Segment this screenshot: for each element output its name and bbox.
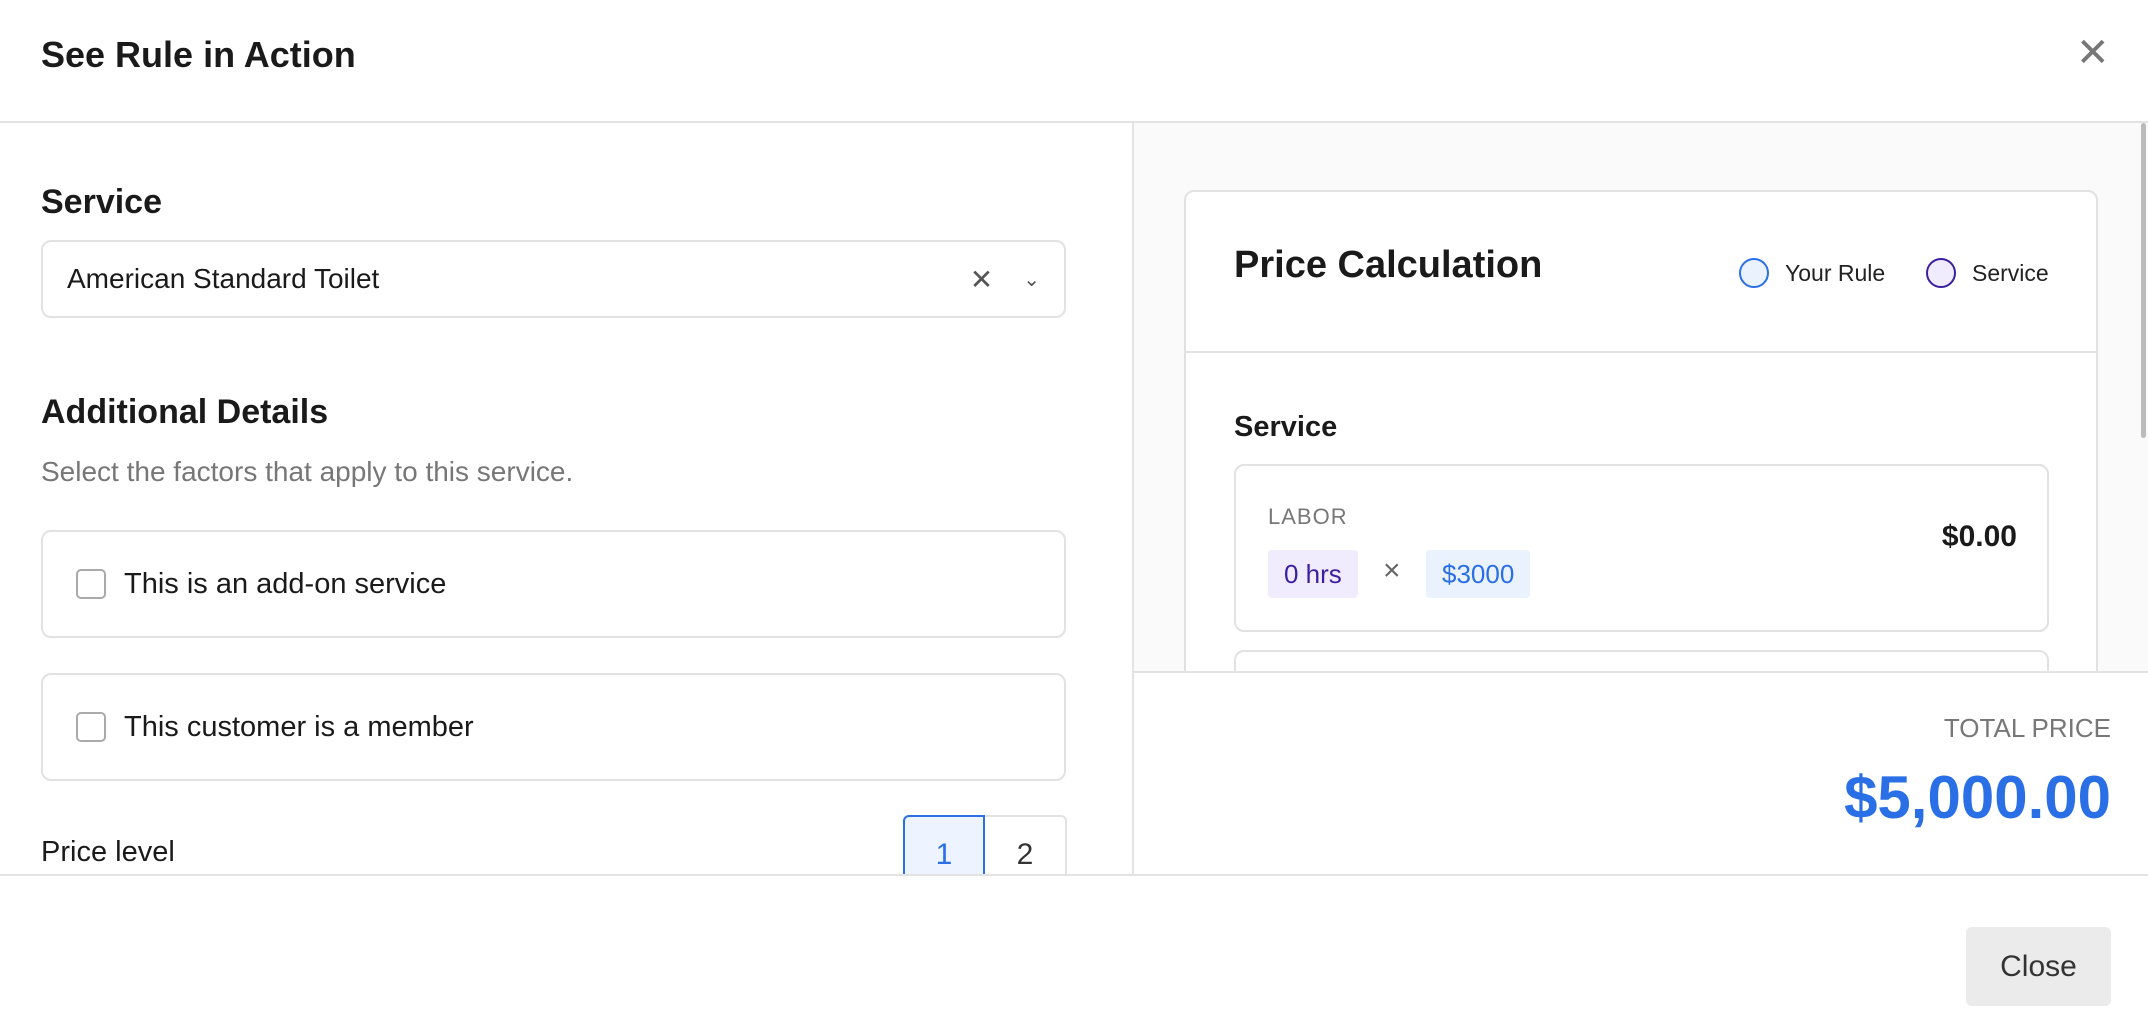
price-calculation-title: Price Calculation — [1234, 244, 1543, 286]
hours-chip: 0 hrs — [1268, 550, 1358, 598]
legend-service: Service — [1926, 258, 2049, 288]
member-label: This customer is a member — [124, 710, 474, 743]
multiply-icon: × — [1383, 554, 1401, 587]
price-calculation-header: Price Calculation Your Rule Service — [1186, 192, 2096, 353]
left-panel: Service American Standard Toilet ✕ ⌄ Add… — [0, 123, 1132, 874]
addon-label: This is an add-on service — [124, 567, 447, 600]
modal-header: See Rule in Action ✕ — [0, 0, 2148, 123]
price-level-1[interactable]: 1 — [903, 815, 985, 874]
additional-details-subtitle: Select the factors that apply to this se… — [41, 456, 574, 487]
clear-icon[interactable]: ✕ — [970, 263, 993, 296]
price-level-selector: 1 2 — [903, 815, 1067, 874]
your-rule-swatch — [1739, 258, 1769, 288]
service-swatch — [1926, 258, 1956, 288]
service-select-value: American Standard Toilet — [67, 263, 380, 294]
modal-footer: Close — [0, 874, 2148, 1028]
total-panel: TOTAL PRICE $5,000.00 — [1132, 671, 2148, 874]
legend-your-rule: Your Rule — [1739, 258, 1885, 288]
addon-checkbox[interactable] — [76, 569, 106, 599]
price-level-2[interactable]: 2 — [985, 815, 1067, 874]
additional-details-title: Additional Details — [41, 393, 329, 431]
close-button[interactable]: Close — [1966, 927, 2111, 1006]
labor-amount: $0.00 — [1941, 520, 2017, 553]
service-section-title: Service — [1234, 411, 1338, 443]
labor-row: LABOR 0 hrs × $3000 $0.00 — [1234, 464, 2049, 632]
price-level-label: Price level — [41, 836, 175, 868]
rate-chip: $3000 — [1426, 550, 1531, 598]
legend-label: Your Rule — [1785, 259, 1886, 286]
service-select[interactable]: American Standard Toilet ✕ ⌄ — [41, 240, 1066, 318]
member-option[interactable]: This customer is a member — [41, 673, 1066, 781]
scrollbar[interactable] — [2141, 123, 2146, 438]
legend-label: Service — [1972, 259, 2049, 286]
total-price-value: $5,000.00 — [1844, 764, 2111, 831]
modal-title: See Rule in Action — [41, 34, 356, 75]
total-price-label: TOTAL PRICE — [1943, 713, 2111, 743]
addon-option[interactable]: This is an add-on service — [41, 530, 1066, 638]
service-label: Service — [41, 183, 162, 221]
close-icon[interactable]: ✕ — [2076, 30, 2110, 76]
labor-label: LABOR — [1268, 504, 1348, 529]
member-checkbox[interactable] — [76, 712, 106, 742]
chevron-down-icon[interactable]: ⌄ — [1023, 267, 1040, 292]
